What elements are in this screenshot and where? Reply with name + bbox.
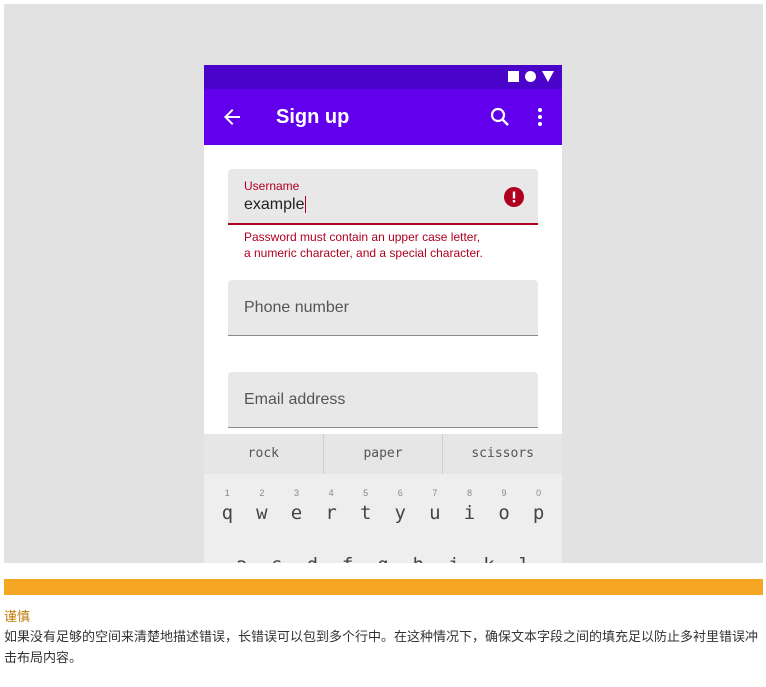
app-bar: Sign up bbox=[204, 89, 562, 145]
key[interactable]: g bbox=[368, 554, 398, 563]
key[interactable]: 9o bbox=[489, 488, 519, 524]
key[interactable]: 0p bbox=[524, 488, 554, 524]
key[interactable]: 6y bbox=[385, 488, 415, 524]
key[interactable]: 1q bbox=[212, 488, 242, 524]
key[interactable]: k bbox=[474, 554, 504, 563]
caution-banner bbox=[4, 579, 763, 595]
caution-title: 谨慎 bbox=[4, 609, 31, 624]
key[interactable]: j bbox=[439, 554, 469, 563]
status-bar bbox=[204, 65, 562, 89]
key[interactable]: a bbox=[227, 554, 257, 563]
email-placeholder: Email address bbox=[244, 391, 346, 408]
key[interactable]: 2w bbox=[247, 488, 277, 524]
phone-screen: Sign up Username example Password must c… bbox=[204, 65, 562, 563]
screenshot-frame: Sign up Username example Password must c… bbox=[4, 4, 763, 563]
key[interactable]: d bbox=[297, 554, 327, 563]
error-icon bbox=[504, 187, 524, 207]
key[interactable]: 3e bbox=[281, 488, 311, 524]
username-value: example bbox=[244, 196, 307, 214]
key[interactable]: s bbox=[262, 554, 292, 563]
arrow-left-icon[interactable] bbox=[220, 105, 244, 129]
square-icon bbox=[508, 71, 519, 82]
page-title: Sign up bbox=[276, 106, 350, 128]
key[interactable]: h bbox=[403, 554, 433, 563]
key[interactable]: l bbox=[509, 554, 539, 563]
username-error-text: Password must contain an upper case lett… bbox=[244, 230, 483, 260]
signal-icon bbox=[542, 71, 554, 82]
suggestion-bar: rock paper scissors bbox=[204, 434, 562, 474]
more-vert-icon[interactable] bbox=[528, 105, 552, 129]
username-field[interactable]: Username example bbox=[228, 169, 538, 225]
key[interactable]: 8i bbox=[454, 488, 484, 524]
key[interactable]: f bbox=[333, 554, 363, 563]
email-field[interactable]: Email address bbox=[228, 372, 538, 428]
keyboard-row-1: 1q 2w 3e 4r 5t 6y 7u 8i 9o 0p bbox=[210, 488, 556, 524]
search-icon[interactable] bbox=[488, 105, 512, 129]
keyboard-row-2: a s d f g h j k l bbox=[224, 554, 542, 563]
key[interactable]: 5t bbox=[351, 488, 381, 524]
key[interactable]: 4r bbox=[316, 488, 346, 524]
caution-body: 如果没有足够的空间来清楚地描述错误，长错误可以包到多个行中。在这种情况下，确保文… bbox=[4, 629, 759, 665]
phone-field[interactable]: Phone number bbox=[228, 280, 538, 336]
username-label: Username bbox=[244, 179, 300, 193]
suggestion-item[interactable]: scissors bbox=[443, 434, 562, 474]
suggestion-item[interactable]: rock bbox=[204, 434, 324, 474]
key[interactable]: 7u bbox=[420, 488, 450, 524]
phone-placeholder: Phone number bbox=[244, 299, 349, 316]
circle-icon bbox=[525, 71, 536, 82]
keyboard: rock paper scissors 1q 2w 3e 4r 5t 6y 7u… bbox=[204, 434, 562, 563]
suggestion-item[interactable]: paper bbox=[324, 434, 444, 474]
